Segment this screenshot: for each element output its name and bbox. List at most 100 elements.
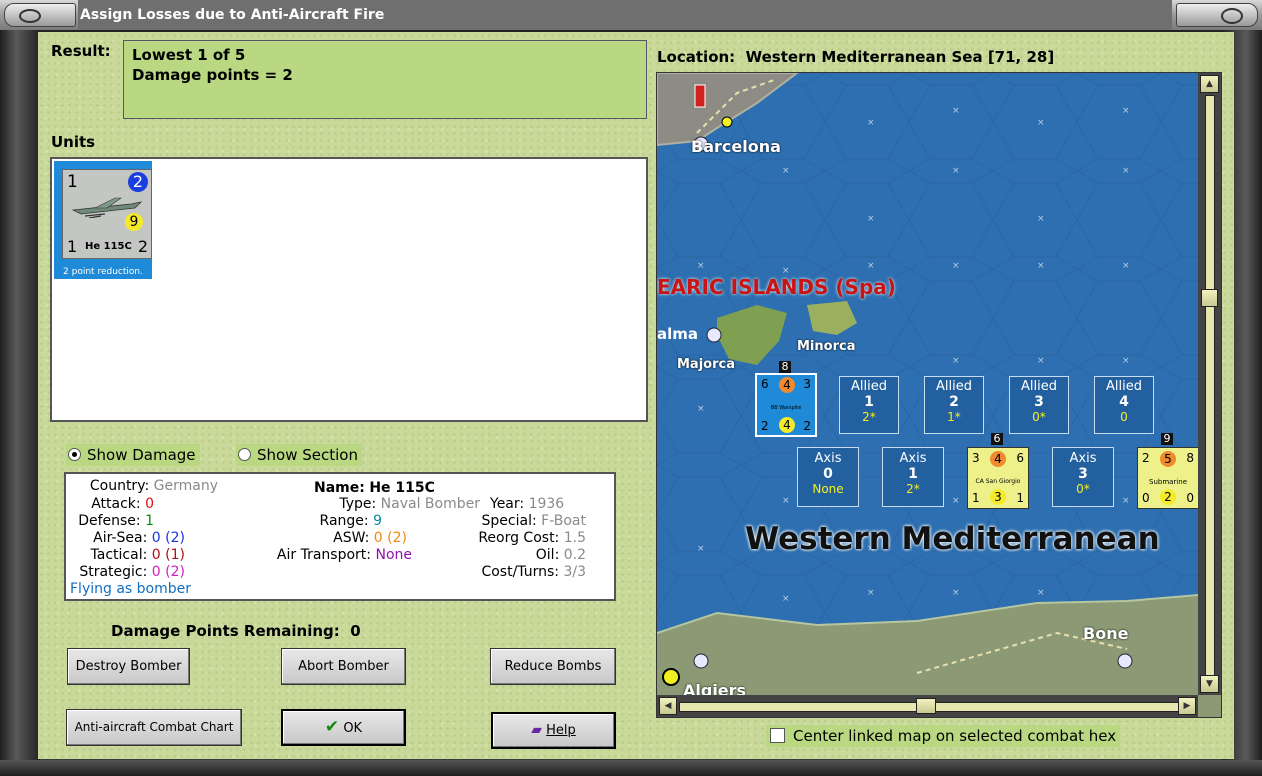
allied-box-sub: 1*: [947, 410, 961, 424]
year-value: 1936: [528, 496, 565, 512]
svg-text:×: ×: [1122, 496, 1130, 506]
help-button[interactable]: ▰ Help: [491, 712, 616, 749]
reduce-bombs-button[interactable]: Reduce Bombs: [490, 648, 616, 685]
svg-text:×: ×: [697, 261, 705, 271]
allied-box-3[interactable]: Allied 3 0*: [1009, 376, 1069, 434]
unit-defense-circle: 2: [128, 172, 148, 192]
tactical-value: 0: [151, 547, 161, 563]
strategic-potential: (2): [165, 564, 185, 580]
counter-bottom-right: 1: [1016, 491, 1024, 505]
center-linked-label: Center linked map on selected combat hex: [793, 727, 1117, 745]
strategic-value: 0: [151, 564, 161, 580]
vertical-scroll-thumb[interactable]: [1201, 289, 1218, 307]
damage-remaining: Damage Points Remaining: 0: [111, 622, 361, 640]
svg-text:×: ×: [952, 106, 960, 116]
type-value: Naval Bomber: [380, 496, 480, 512]
svg-text:×: ×: [952, 496, 960, 506]
show-damage-radio[interactable]: Show Damage: [66, 444, 200, 466]
counter-bottom-left: 0: [1142, 491, 1150, 505]
stack-count-san-giorgio: 6: [991, 433, 1003, 445]
allied-box-sub: 0*: [1032, 410, 1046, 424]
unit-info-panel: Country: Germany Attack: 0 Defense: 1 Ai…: [64, 472, 616, 601]
scroll-up-arrow-icon[interactable]: ▲: [1200, 75, 1219, 93]
range-value: 9: [373, 513, 382, 529]
unit-counter-san-giorgio[interactable]: 3 4 6 CA San Giorgio 1 3 1: [967, 447, 1029, 509]
svg-text:×: ×: [952, 166, 960, 176]
tactical-potential: (1): [165, 547, 185, 563]
show-section-radio[interactable]: Show Section: [236, 444, 362, 466]
unit-counter: 1 2 9 1 He 115C 2: [62, 169, 152, 259]
scroll-down-arrow-icon[interactable]: ▼: [1200, 675, 1219, 693]
abort-bomber-button[interactable]: Abort Bomber: [281, 648, 406, 685]
unit-bottom-left: 1: [67, 237, 78, 256]
vertical-scroll-track[interactable]: [1205, 95, 1215, 677]
cost-value: 3/3: [563, 564, 586, 580]
window-control-button[interactable]: [1176, 3, 1258, 27]
scroll-right-arrow-icon[interactable]: ▶: [1178, 697, 1196, 715]
result-box: Lowest 1 of 5 Damage points = 2: [123, 40, 647, 119]
window-title: Assign Losses due to Anti-Aircraft Fire: [78, 0, 1172, 30]
country-key: Country:: [89, 478, 150, 494]
help-label: Help: [546, 723, 576, 738]
location-value: Western Mediterranean Sea [71, 28]: [745, 48, 1055, 66]
flying-as-bomber: Flying as bomber: [70, 581, 191, 597]
axis-box-label: Axis: [1069, 451, 1097, 466]
unit-attack: 1: [67, 172, 78, 192]
counter-bottom-center: 3: [990, 489, 1006, 505]
checkbox-box: [770, 728, 785, 743]
allied-box-2[interactable]: Allied 2 1*: [924, 376, 984, 434]
air-transport-value: None: [375, 547, 412, 563]
counter-center: 5: [1160, 451, 1176, 467]
unit-bottom-right: 2: [137, 237, 148, 256]
show-section-label: Show Section: [257, 446, 358, 464]
map-label-bone: Bone: [1083, 624, 1129, 643]
map-horizontal-scrollbar[interactable]: ◀ ▶: [657, 695, 1198, 717]
range-key: Range:: [319, 513, 369, 529]
axis-box-3[interactable]: Axis 3 0*: [1052, 447, 1114, 507]
svg-text:×: ×: [1037, 214, 1045, 224]
defense-key: Defense:: [78, 513, 141, 529]
center-linked-checkbox[interactable]: Center linked map on selected combat hex: [766, 725, 1121, 747]
allied-box-number: 3: [1034, 394, 1044, 410]
result-line-1: Lowest 1 of 5: [132, 46, 246, 64]
axis-box-0[interactable]: Axis 0 None: [797, 447, 859, 507]
axis-box-1[interactable]: Axis 1 2*: [882, 447, 944, 507]
special-key: Special:: [481, 513, 537, 529]
svg-text:×: ×: [1037, 118, 1045, 128]
allied-box-sub: 2*: [862, 410, 876, 424]
counter-top-right: 3: [803, 377, 811, 391]
aa-combat-chart-button[interactable]: Anti-aircraft Combat Chart: [66, 709, 242, 746]
svg-text:×: ×: [1122, 356, 1130, 366]
destroy-bomber-button[interactable]: Destroy Bomber: [67, 648, 190, 685]
allied-box-sub: 0: [1120, 410, 1128, 424]
title-bar: Assign Losses due to Anti-Aircraft Fire: [0, 0, 1262, 32]
name-value: He 115C: [369, 480, 435, 496]
oil-key: Oil:: [535, 547, 560, 563]
axis-box-sub: 2*: [906, 482, 920, 496]
unit-counter-warspite[interactable]: 6 4 3 BB Warspite 2 4 2: [755, 373, 817, 437]
counter-bottom-center: 2: [1160, 489, 1176, 505]
stack-count-warspite: 8: [779, 361, 791, 373]
unit-counter-submarine[interactable]: 2 5 8 Submarine 0 2 0: [1137, 447, 1199, 509]
location: Location: Western Mediterranean Sea [71,…: [657, 48, 1054, 66]
system-menu-button[interactable]: [4, 3, 76, 27]
allied-box-1[interactable]: Allied 1 2*: [839, 376, 899, 434]
radio-dot: [238, 448, 251, 461]
linked-map[interactable]: ×××× ××××× ×××××× ××× ×× ×××××× ×××× Bar…: [656, 72, 1222, 718]
svg-text:×: ×: [867, 261, 875, 271]
unit-name: He 115C: [85, 241, 132, 252]
radio-dot: [68, 448, 81, 461]
svg-text:×: ×: [1037, 261, 1045, 271]
axis-box-label: Axis: [814, 451, 842, 466]
asw-potential: (2): [387, 530, 407, 546]
reorg-value: 1.5: [563, 530, 586, 546]
country-value: Germany: [153, 478, 218, 494]
horizontal-scroll-thumb[interactable]: [916, 698, 936, 714]
axis-box-number: 1: [908, 466, 918, 482]
ok-button[interactable]: ✔ OK: [281, 709, 406, 746]
map-vertical-scrollbar[interactable]: ▲ ▼: [1198, 73, 1221, 695]
unit-card-he115c[interactable]: 1 2 9 1 He 115C 2 2 point reduction.: [54, 161, 152, 279]
oil-value: 0.2: [563, 547, 586, 563]
scroll-left-arrow-icon[interactable]: ◀: [659, 697, 677, 715]
allied-box-4[interactable]: Allied 4 0: [1094, 376, 1154, 434]
